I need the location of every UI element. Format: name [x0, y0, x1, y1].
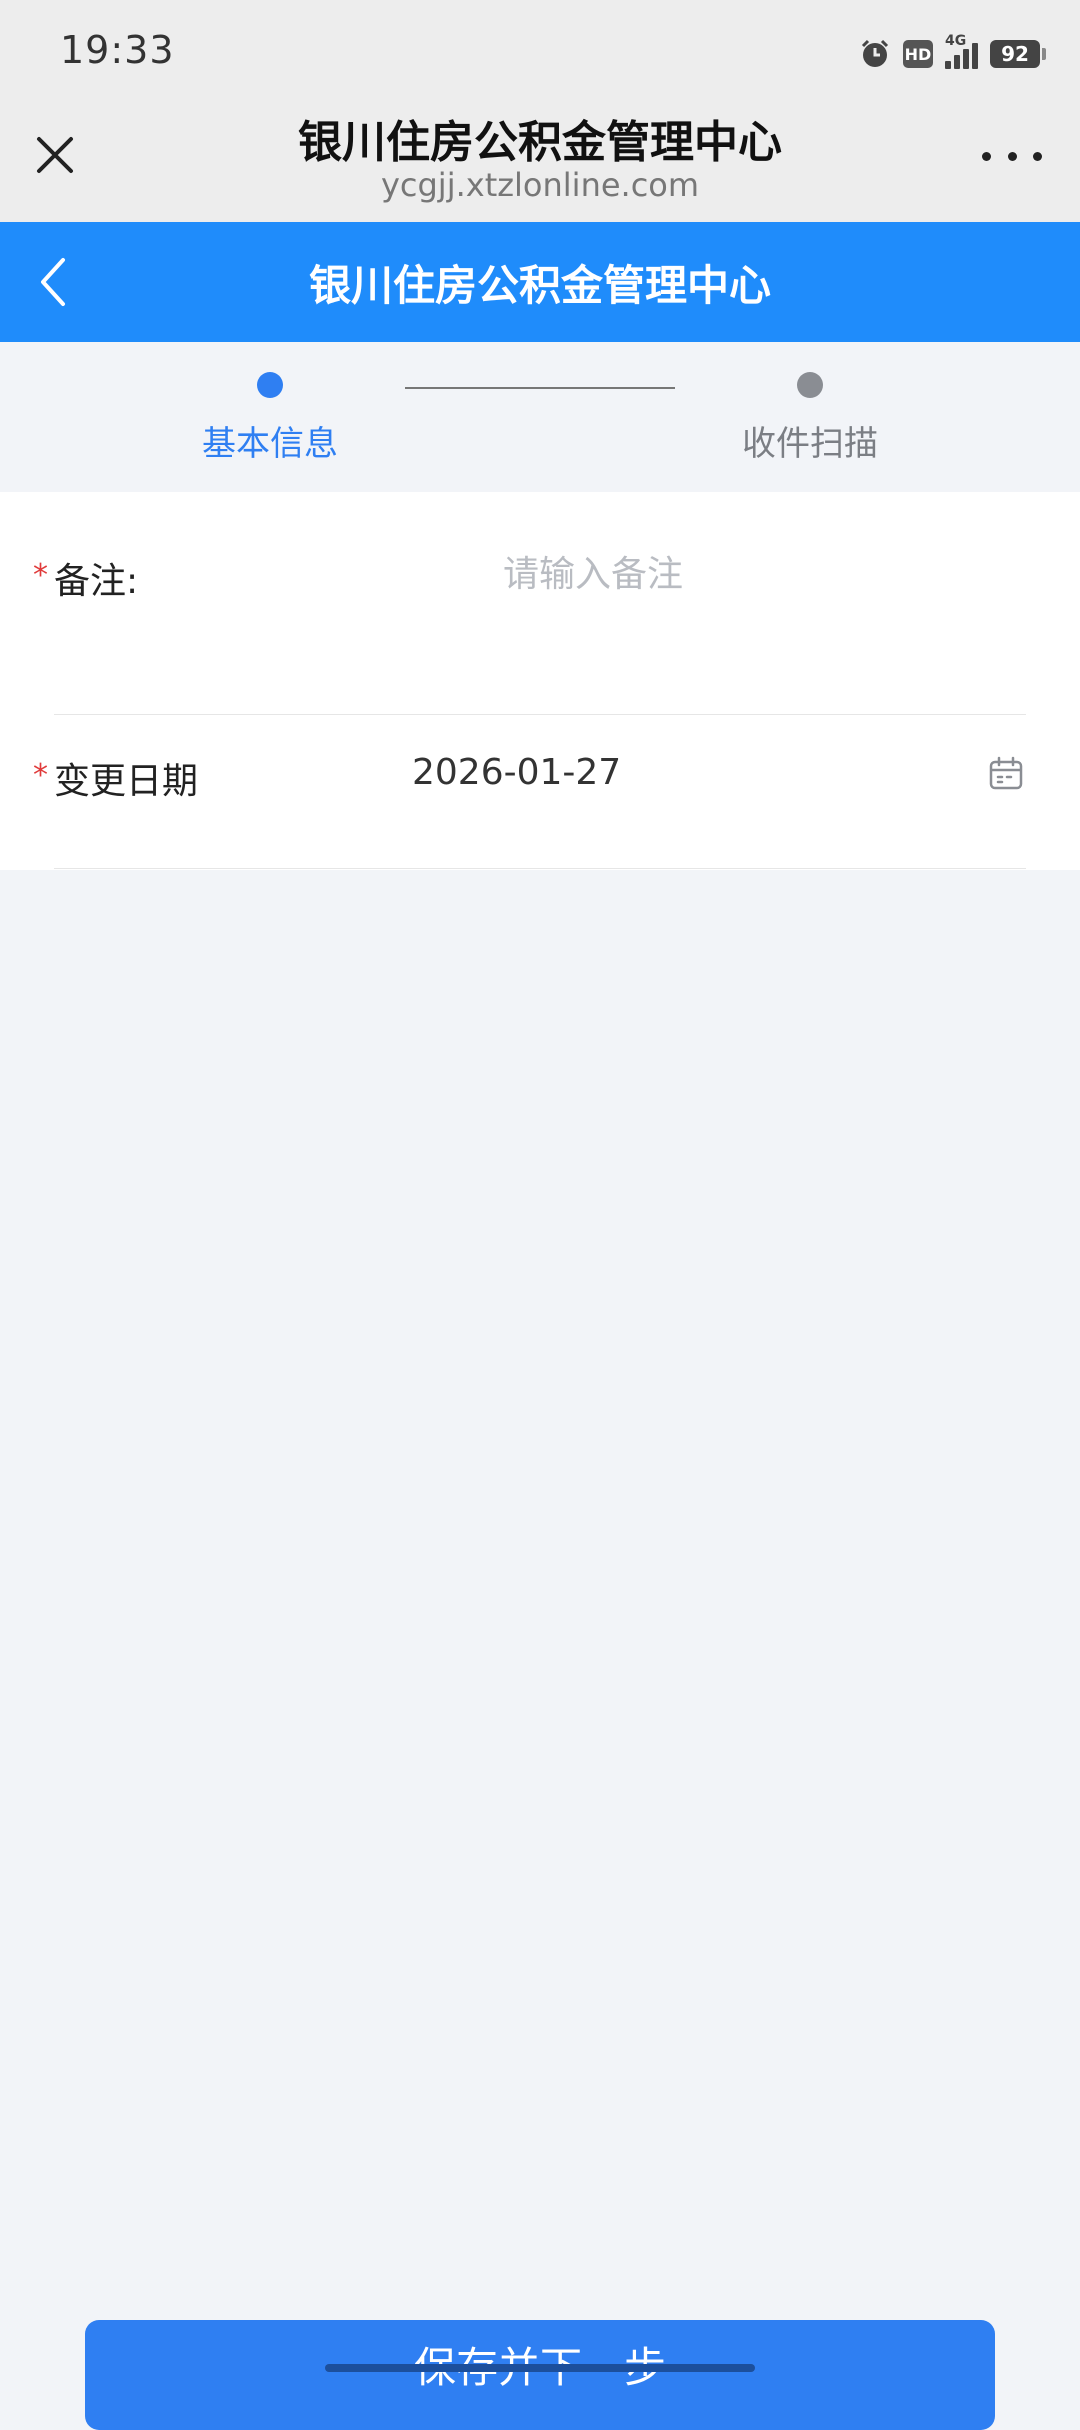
step-dot-inactive [797, 372, 823, 398]
step-connector [405, 387, 675, 389]
more-icon [982, 151, 991, 161]
divider [54, 714, 1026, 715]
change-date-label: 变更日期 [54, 761, 199, 802]
step-basic-info: 基本信息 [140, 372, 400, 465]
status-icons: HD 4G 92 [859, 33, 1046, 70]
app-header: 银川住房公积金管理中心 [0, 222, 1080, 342]
change-date-row[interactable]: * 变更日期 2026-01-27 [0, 752, 1080, 822]
browser-url: ycgjj.xtzlonline.com [380, 166, 700, 204]
required-mark: * [33, 758, 48, 793]
remark-input[interactable] [400, 546, 903, 602]
calendar-icon[interactable] [988, 756, 1024, 792]
home-indicator [325, 2364, 755, 2372]
divider [54, 868, 1026, 869]
status-time: 19:33 [60, 28, 175, 72]
hd-badge: HD [903, 40, 933, 68]
step-dot-active [257, 372, 283, 398]
browser-header: 银川住房公积金管理中心 ycgjj.xtzlonline.com [0, 100, 1080, 222]
page-title: 银川住房公积金管理中心 [308, 261, 771, 310]
step-indicator: 基本信息 收件扫描 [0, 342, 1080, 492]
save-next-button[interactable]: 保存并下一步 [85, 2320, 995, 2430]
more-button[interactable] [982, 144, 1042, 168]
change-date-value[interactable]: 2026-01-27 [412, 752, 621, 793]
signal-icon: 4G [945, 33, 978, 69]
required-mark: * [33, 558, 48, 593]
alarm-icon [861, 39, 889, 67]
battery-icon: 92 [990, 40, 1046, 68]
remark-label: 备注: [54, 561, 139, 602]
status-bar: 19:33 HD 4G 92 [0, 0, 1080, 100]
remark-row: * 备注: [0, 546, 1080, 652]
browser-title: 银川住房公积金管理中心 [298, 117, 782, 168]
network-type: 4G [945, 33, 967, 49]
form: * 备注: * 变更日期 2026-01-27 [0, 492, 1080, 870]
step-label: 基本信息 [202, 424, 338, 464]
step-label: 收件扫描 [742, 424, 878, 464]
step-scan: 收件扫描 [680, 372, 940, 465]
